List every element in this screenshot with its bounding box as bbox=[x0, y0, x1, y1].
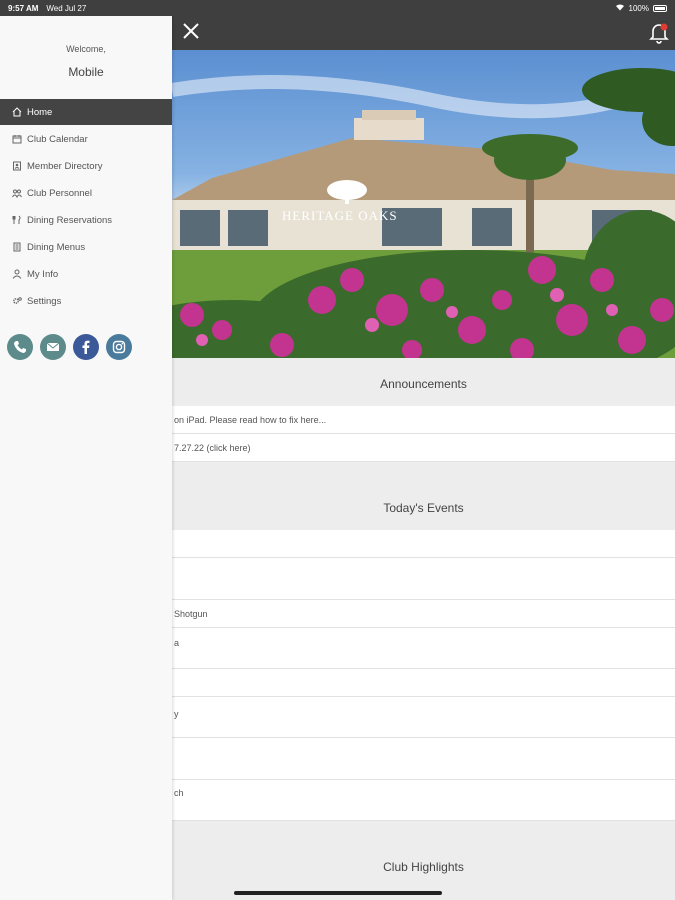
status-date: Wed Jul 27 bbox=[46, 3, 87, 13]
menu-item-label: My Info bbox=[27, 268, 59, 280]
status-time: 9:57 AM bbox=[8, 3, 39, 13]
instagram-button[interactable] bbox=[106, 334, 132, 360]
welcome-user-name: Mobile bbox=[68, 65, 104, 79]
event-item[interactable]: ch bbox=[172, 780, 675, 821]
wifi-icon bbox=[615, 3, 625, 13]
event-item[interactable]: a bbox=[172, 628, 675, 669]
menu-item-home[interactable]: Home bbox=[0, 99, 172, 125]
facebook-button[interactable] bbox=[73, 334, 99, 360]
instagram-icon bbox=[112, 340, 126, 354]
menu-item-dining-reservations[interactable]: Dining Reservations bbox=[0, 207, 172, 233]
menu-item-settings[interactable]: Settings bbox=[0, 288, 172, 314]
menu-book-icon bbox=[12, 242, 22, 252]
status-bar: 9:57 AM Wed Jul 27 100% bbox=[0, 0, 675, 16]
event-item[interactable]: y bbox=[172, 697, 675, 738]
calendar-icon bbox=[12, 134, 22, 144]
battery-percent: 100% bbox=[628, 3, 649, 13]
event-item[interactable] bbox=[172, 530, 675, 558]
event-item[interactable] bbox=[172, 669, 675, 697]
phone-button[interactable] bbox=[7, 334, 33, 360]
hero-image: HERITAGE OAKS bbox=[172, 50, 675, 358]
event-item[interactable]: Shotgun bbox=[172, 600, 675, 628]
announcement-item[interactable]: on iPad. Please read how to fix here... bbox=[172, 406, 675, 434]
menu-item-club-personnel[interactable]: Club Personnel bbox=[0, 180, 172, 206]
close-menu-button[interactable] bbox=[178, 20, 204, 46]
event-item[interactable] bbox=[172, 738, 675, 780]
club-logo-text: HERITAGE OAKS bbox=[282, 208, 398, 223]
home-icon bbox=[12, 107, 22, 117]
menu-item-label: Member Directory bbox=[27, 160, 103, 172]
battery-icon bbox=[653, 4, 667, 12]
menu-item-dining-menus[interactable]: Dining Menus bbox=[0, 234, 172, 260]
close-icon bbox=[183, 23, 199, 39]
side-menu: Welcome, Mobile Home Club Calendar Membe… bbox=[0, 16, 172, 900]
menu-item-club-calendar[interactable]: Club Calendar bbox=[0, 126, 172, 152]
email-button[interactable] bbox=[40, 334, 66, 360]
dining-icon bbox=[12, 215, 22, 225]
personnel-icon bbox=[12, 188, 22, 198]
menu-item-label: Club Calendar bbox=[27, 133, 88, 145]
home-indicator[interactable] bbox=[234, 891, 442, 895]
notifications-button[interactable] bbox=[649, 22, 669, 44]
facebook-icon bbox=[82, 340, 90, 354]
bell-icon bbox=[649, 23, 669, 44]
event-item[interactable] bbox=[172, 558, 675, 600]
menu-item-member-directory[interactable]: Member Directory bbox=[0, 153, 172, 179]
clubhouse-illustration bbox=[172, 68, 675, 358]
announcements-header: Announcements bbox=[172, 358, 675, 406]
directory-icon bbox=[12, 161, 22, 171]
menu-item-label: Home bbox=[27, 106, 53, 118]
announcement-item[interactable]: 7.27.22 (click here) bbox=[172, 434, 675, 462]
email-icon bbox=[46, 342, 60, 351]
club-highlights-header: Club Highlights bbox=[172, 821, 675, 900]
menu-item-label: Dining Menus bbox=[27, 241, 86, 253]
todays-events-header: Today's Events bbox=[172, 462, 675, 530]
status-right: 100% bbox=[615, 3, 667, 13]
gear-icon bbox=[12, 296, 22, 306]
menu-item-label: Settings bbox=[27, 295, 62, 307]
menu-item-label: Dining Reservations bbox=[27, 214, 113, 226]
menu-item-label: Club Personnel bbox=[27, 187, 92, 199]
menu-item-my-info[interactable]: My Info bbox=[0, 261, 172, 287]
welcome-label: Welcome, bbox=[66, 44, 106, 54]
user-icon bbox=[12, 269, 22, 279]
phone-icon bbox=[14, 341, 26, 353]
